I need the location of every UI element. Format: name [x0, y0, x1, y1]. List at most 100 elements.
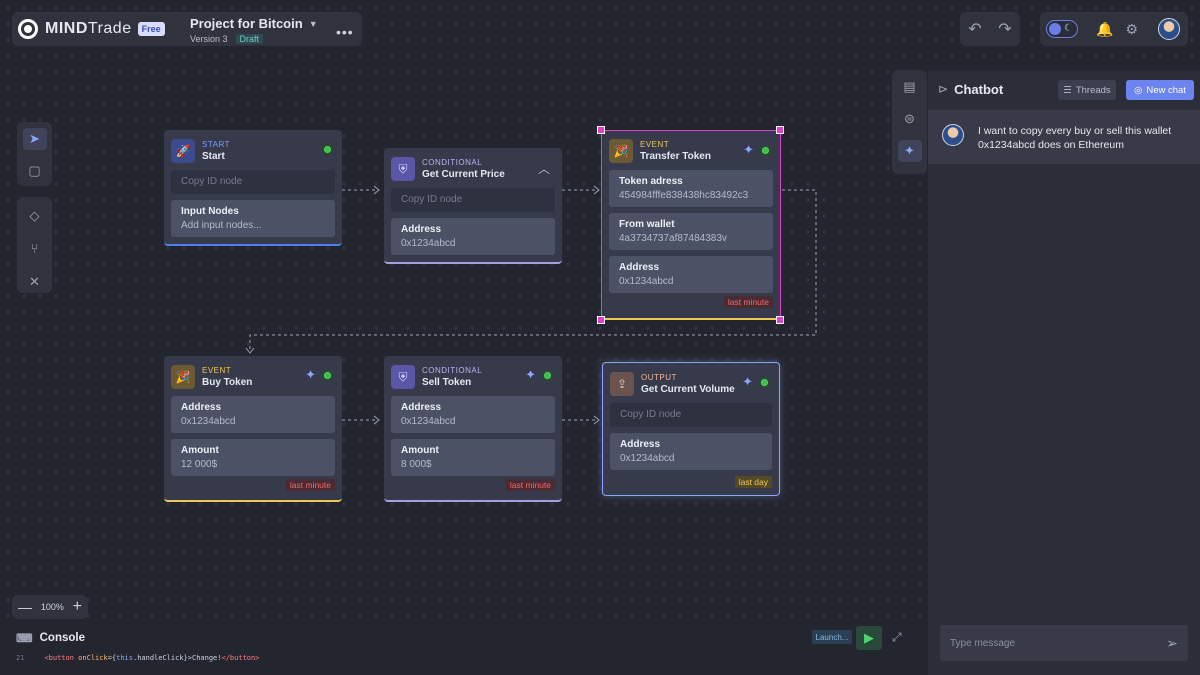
shield-icon: ⛨: [391, 365, 415, 389]
sparkle-icon[interactable]: ✦: [897, 140, 922, 162]
party-icon: 🎉: [609, 139, 633, 163]
theme-toggle[interactable]: ☾: [1046, 20, 1078, 38]
undo-icon[interactable]: ↶: [968, 19, 981, 39]
node-transfer-token[interactable]: 🎉 Event Transfer Token ✦ Token adress 454…: [601, 130, 781, 320]
node-type: Event: [202, 366, 232, 375]
time-badge: last day: [734, 476, 772, 488]
connection-lines: [245, 185, 817, 425]
panel-toggle-icon[interactable]: ⊳: [938, 82, 948, 96]
node-buy-token[interactable]: 🎉 Event Buy Token ✦ Address 0x1234abcd Am…: [164, 356, 342, 502]
field-label: From wallet: [619, 219, 675, 230]
field-value: 0x1234abcd: [620, 453, 675, 464]
zoom-out-icon[interactable]: —: [18, 599, 32, 615]
message-input[interactable]: Type message ➢: [940, 625, 1188, 661]
field-value: 4a3734737af87484383v: [619, 233, 727, 244]
node-start[interactable]: 🚀 Start Start Copy ID node Input Nodes Ad…: [164, 130, 342, 246]
rocket-icon: 🚀: [171, 139, 195, 163]
chat-message: I want to copy every buy or sell this wa…: [928, 110, 1200, 164]
chat-panel: ⊳ Chatbot ☰ Threads ◎ New chat I want to c…: [928, 70, 1200, 675]
field-label: Input Nodes: [181, 206, 239, 217]
avatar[interactable]: [1158, 18, 1180, 40]
zoom-control: — 100% +: [12, 595, 88, 619]
field-label: Amount: [401, 445, 439, 456]
node-title: Get Current Volume: [641, 384, 735, 395]
line-number: 21: [16, 654, 25, 662]
status-dot: [322, 370, 333, 381]
status-dot: [322, 144, 333, 155]
node-title: Sell Token: [422, 377, 472, 388]
resize-handle[interactable]: [597, 126, 605, 134]
resize-handle[interactable]: [597, 316, 605, 324]
copy-id-field[interactable]: Copy ID node: [171, 170, 335, 194]
field-label: Amount: [181, 445, 219, 456]
field-value: 454984fffe838438hc83492c3: [619, 190, 749, 201]
zoom-level: 100%: [40, 602, 64, 612]
field-value: 0x1234abcd: [401, 238, 456, 249]
from-wallet-field[interactable]: From wallet 4a3734737af87484383v: [609, 213, 773, 250]
console-title: Console: [39, 632, 85, 644]
chevron-up-icon[interactable]: ︿: [538, 160, 550, 177]
new-chat-label: New chat: [1146, 84, 1186, 96]
time-badge: last minute: [723, 296, 773, 308]
resize-handle[interactable]: [776, 126, 784, 134]
zoom-in-icon[interactable]: +: [73, 598, 82, 616]
status-dot: [542, 370, 553, 381]
list-icon: ☰: [1063, 84, 1072, 96]
gear-icon[interactable]: ⚙: [1125, 21, 1138, 38]
user-tools: ☾ 🔔 ⚙: [1040, 12, 1188, 46]
node-type: Conditional: [422, 158, 483, 167]
time-badge: last minute: [285, 479, 335, 491]
field-value: 12 000$: [181, 459, 218, 470]
node-get-current-volume[interactable]: ⇪ Output Get Current Volume ✦ Copy ID nod…: [602, 362, 780, 496]
node-type: Conditional: [422, 366, 483, 375]
threads-button[interactable]: ☰ Threads: [1058, 80, 1116, 100]
address-field[interactable]: Address 0x1234abcd: [610, 433, 772, 470]
side-tools: ▤ ⊜ ✦: [892, 70, 927, 174]
expand-icon[interactable]: ⤢: [892, 630, 902, 645]
field-label: Address: [401, 224, 442, 235]
status-dot: [759, 377, 770, 388]
token-address-field[interactable]: Token adress 454984fffe838438hc83492c3: [609, 170, 773, 207]
field-value: 0x1234abcd: [401, 416, 456, 427]
upload-icon: ⇪: [610, 372, 634, 396]
input-nodes-field[interactable]: Input Nodes Add input nodes...: [171, 200, 335, 237]
sparkle-icon[interactable]: ✦: [743, 142, 754, 158]
field-label: Address: [619, 262, 660, 273]
avatar: [942, 124, 964, 146]
address-field[interactable]: Address 0x1234abcd: [609, 256, 773, 293]
message-text: I want to copy every buy or sell this wa…: [978, 125, 1172, 151]
party-icon: 🎉: [171, 365, 195, 389]
status-dot: [760, 145, 771, 156]
new-chat-button[interactable]: ◎ New chat: [1126, 80, 1194, 100]
amount-field[interactable]: Amount 8 000$: [391, 439, 555, 476]
sparkle-icon[interactable]: ✦: [742, 374, 753, 390]
history-controls: ↶ ↷: [960, 12, 1020, 46]
robot-icon[interactable]: ⊜: [898, 108, 922, 130]
field-value: 0x1234abcd: [619, 276, 674, 287]
address-field[interactable]: Address 0x1234abcd: [391, 396, 555, 433]
console-panel: ⌨ Console 21 <button onClick={this.handle…: [0, 625, 928, 675]
send-icon[interactable]: ➢: [1166, 635, 1178, 652]
bell-icon[interactable]: 🔔: [1096, 21, 1113, 38]
node-sell-token[interactable]: ⛨ Conditional Sell Token ✦ Address 0x1234…: [384, 356, 562, 502]
copy-id-field[interactable]: Copy ID node: [391, 188, 555, 212]
shield-icon: ⛨: [391, 157, 415, 181]
sparkle-icon[interactable]: ✦: [305, 367, 316, 383]
resize-handle[interactable]: [776, 316, 784, 324]
amount-field[interactable]: Amount 12 000$: [171, 439, 335, 476]
redo-icon[interactable]: ↷: [998, 19, 1011, 39]
address-field[interactable]: Address 0x1234abcd: [171, 396, 335, 433]
message-placeholder: Type message: [950, 637, 1016, 649]
node-title: Buy Token: [202, 377, 253, 388]
field-value: 0x1234abcd: [181, 416, 236, 427]
book-icon[interactable]: ▤: [898, 76, 922, 98]
field-label: Address: [620, 439, 661, 450]
sparkle-icon[interactable]: ✦: [525, 367, 536, 383]
node-get-current-price[interactable]: ⛨ Conditional Get Current Price ︿ Copy ID…: [384, 148, 562, 264]
chat-icon: ◎: [1134, 84, 1143, 96]
copy-id-field[interactable]: Copy ID node: [610, 403, 772, 427]
play-button[interactable]: ▶: [856, 626, 882, 650]
launch-badge[interactable]: Launch...: [812, 630, 852, 644]
field-label: Address: [401, 402, 442, 413]
address-field[interactable]: Address 0x1234abcd: [391, 218, 555, 255]
